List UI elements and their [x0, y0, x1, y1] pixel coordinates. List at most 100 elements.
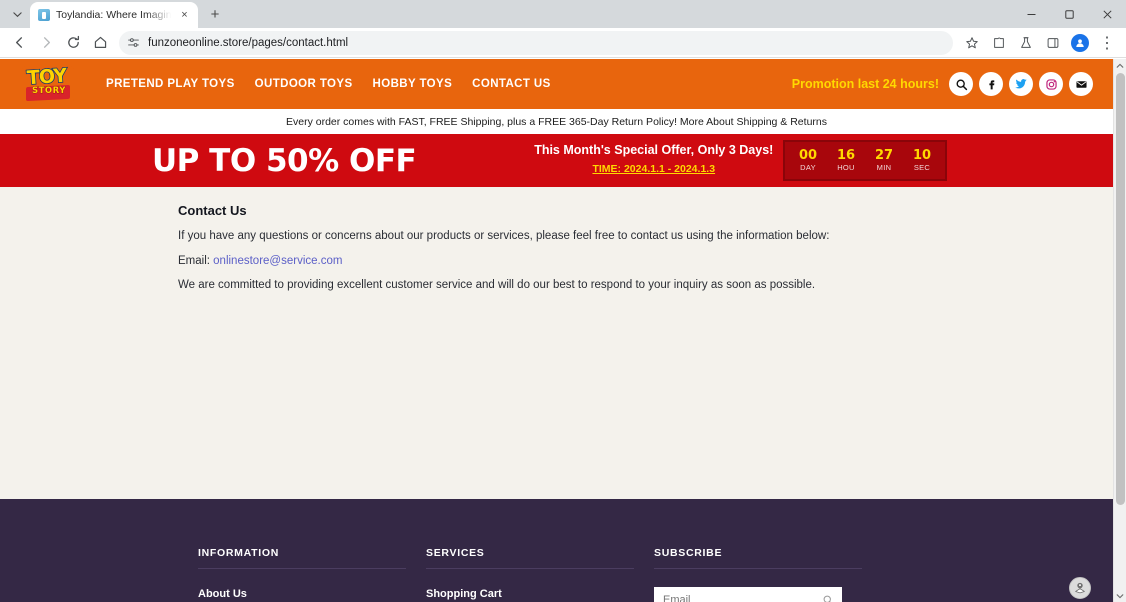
tab-close-button[interactable]: ×: [177, 8, 192, 23]
nav-pretend-play-toys[interactable]: PRETEND PLAY TOYS: [104, 74, 237, 94]
footer-link-about-us[interactable]: About Us: [198, 588, 426, 600]
header-right-group: Promotion last 24 hours!: [792, 72, 1093, 96]
chevron-up-icon: [1116, 63, 1124, 68]
footer-column-services: SERVICES Shopping Cart: [426, 547, 654, 602]
panel-icon: [1047, 37, 1059, 48]
close-icon: [1102, 9, 1112, 19]
browser-toolbar: funzoneonline.store/pages/contact.html ⋮: [0, 28, 1126, 58]
countdown-minutes-label: MIN: [876, 163, 892, 173]
footer-heading-subscribe: SUBSCRIBE: [654, 547, 862, 569]
footer-heading-information: INFORMATION: [198, 547, 406, 569]
subscribe-submit-icon[interactable]: [822, 593, 834, 602]
window-maximize-button[interactable]: [1050, 0, 1088, 28]
offer-subtitle-group: This Month's Special Offer, Only 3 Days!…: [534, 143, 773, 179]
extensions-button[interactable]: [986, 30, 1012, 56]
star-icon: [966, 36, 978, 48]
tab-search-button[interactable]: [6, 3, 28, 25]
chevron-down-icon: [1116, 593, 1124, 598]
countdown-seconds-label: SEC: [913, 163, 931, 173]
site-favicon: [38, 9, 50, 21]
avatar: [1071, 33, 1089, 52]
nav-hobby-toys[interactable]: HOBBY TOYS: [371, 74, 455, 94]
offer-banner: UP TO 50% OFF This Month's Special Offer…: [0, 134, 1113, 187]
twitter-icon[interactable]: [1009, 72, 1033, 96]
countdown-seconds-value: 10: [912, 147, 932, 163]
window-minimize-button[interactable]: [1012, 0, 1050, 28]
countdown-minutes-value: 27: [874, 147, 894, 163]
browser-tab[interactable]: Toylandia: Where Imagination ×: [30, 2, 198, 28]
person-icon: [1076, 38, 1084, 47]
main-content: Contact Us If you have any questions or …: [0, 187, 1113, 499]
new-tab-button[interactable]: +: [204, 3, 226, 25]
footer-column-information: INFORMATION About Us: [198, 547, 426, 602]
experiments-button[interactable]: [1013, 30, 1039, 56]
tab-title: Toylandia: Where Imagination: [56, 9, 171, 21]
scrollbar-thumb[interactable]: [1116, 73, 1125, 505]
search-icon: [823, 595, 831, 602]
tab-strip: Toylandia: Where Imagination × +: [0, 0, 1126, 28]
contact-email-line: Email: onlinestore@service.com: [178, 254, 1113, 270]
instagram-icon[interactable]: [1039, 72, 1063, 96]
address-bar-url: funzoneonline.store/pages/contact.html: [148, 36, 349, 49]
countdown-seconds: 10 SEC: [907, 147, 937, 173]
chrome-menu-button[interactable]: ⋮: [1094, 30, 1120, 56]
subscribe-form: [654, 587, 842, 602]
window-close-button[interactable]: [1088, 0, 1126, 28]
scroll-down-button[interactable]: [1114, 589, 1126, 602]
forward-button[interactable]: [33, 30, 59, 56]
browser-window: Toylandia: Where Imagination × +: [0, 0, 1126, 602]
shipping-notice-text[interactable]: Every order comes with FAST, FREE Shippi…: [286, 116, 827, 128]
facebook-icon[interactable]: [979, 72, 1003, 96]
countdown-timer: 00 DAY 16 HOU 27 MIN 10 SEC: [783, 140, 947, 181]
main-navigation: PRETEND PLAY TOYS OUTDOOR TOYS HOBBY TOY…: [104, 74, 553, 94]
arrow-left-icon: [15, 37, 22, 48]
footer-column-subscribe: SUBSCRIBE: [654, 547, 882, 602]
footer-heading-services: SERVICES: [426, 547, 634, 569]
header-promo-text: Promotion last 24 hours!: [791, 77, 939, 91]
website-page: TOY STORY PRETEND PLAY TOYS OUTDOOR TOYS…: [0, 59, 1113, 602]
offer-subtitle: This Month's Special Offer, Only 3 Days!: [534, 142, 774, 157]
email-label: Email:: [178, 254, 210, 267]
home-icon: [94, 36, 106, 48]
page-title: Contact Us: [178, 203, 247, 218]
site-logo[interactable]: TOY STORY: [22, 64, 74, 102]
email-link[interactable]: onlinestore@service.com: [213, 255, 342, 267]
location-widget-icon[interactable]: [1069, 577, 1091, 599]
side-panel-button[interactable]: [1040, 30, 1066, 56]
shipping-notice-bar: Every order comes with FAST, FREE Shippi…: [0, 109, 1113, 134]
site-footer: INFORMATION About Us SERVICES Shopping C…: [0, 499, 1113, 602]
countdown-days-label: DAY: [800, 163, 816, 173]
home-button[interactable]: [87, 30, 113, 56]
nav-outdoor-toys[interactable]: OUTDOOR TOYS: [253, 74, 355, 94]
countdown-minutes: 27 MIN: [869, 147, 899, 173]
scroll-up-button[interactable]: [1114, 59, 1126, 72]
chevron-down-icon: [12, 11, 22, 17]
subscribe-email-input[interactable]: [654, 587, 842, 602]
footer-link-shopping-cart[interactable]: Shopping Cart: [426, 588, 654, 600]
countdown-hours: 16 HOU: [831, 147, 861, 172]
profile-button[interactable]: [1067, 30, 1093, 56]
flask-icon: [1021, 36, 1031, 48]
site-settings-icon[interactable]: [127, 36, 140, 49]
reload-button[interactable]: [60, 30, 86, 56]
address-bar[interactable]: funzoneonline.store/pages/contact.html: [119, 30, 953, 55]
contact-intro-text: If you have any questions or concerns ab…: [178, 230, 830, 242]
email-icon[interactable]: [1069, 72, 1093, 96]
site-header: TOY STORY PRETEND PLAY TOYS OUTDOOR TOYS…: [0, 59, 1113, 109]
offer-headline: UP TO 50% OFF: [152, 142, 417, 179]
back-button[interactable]: [6, 30, 32, 56]
countdown-hours-value: 16: [836, 147, 856, 163]
search-icon[interactable]: [949, 72, 973, 96]
page-scrollbar[interactable]: [1113, 59, 1126, 602]
footer-columns: INFORMATION About Us SERVICES Shopping C…: [0, 547, 1113, 602]
minimize-icon: [1027, 13, 1035, 15]
nav-contact-us[interactable]: CONTACT US: [470, 74, 553, 94]
toolbar-actions: ⋮: [959, 30, 1120, 56]
page-viewport: TOY STORY PRETEND PLAY TOYS OUTDOOR TOYS…: [0, 59, 1126, 602]
arrow-right-icon: [43, 37, 50, 48]
bookmark-button[interactable]: [959, 30, 985, 56]
logo-story-text: STORY: [32, 86, 66, 96]
window-controls: [1012, 0, 1126, 28]
maximize-icon: [1064, 9, 1074, 19]
offer-date-range[interactable]: TIME: 2024.1.1 - 2024.1.3: [592, 163, 715, 176]
